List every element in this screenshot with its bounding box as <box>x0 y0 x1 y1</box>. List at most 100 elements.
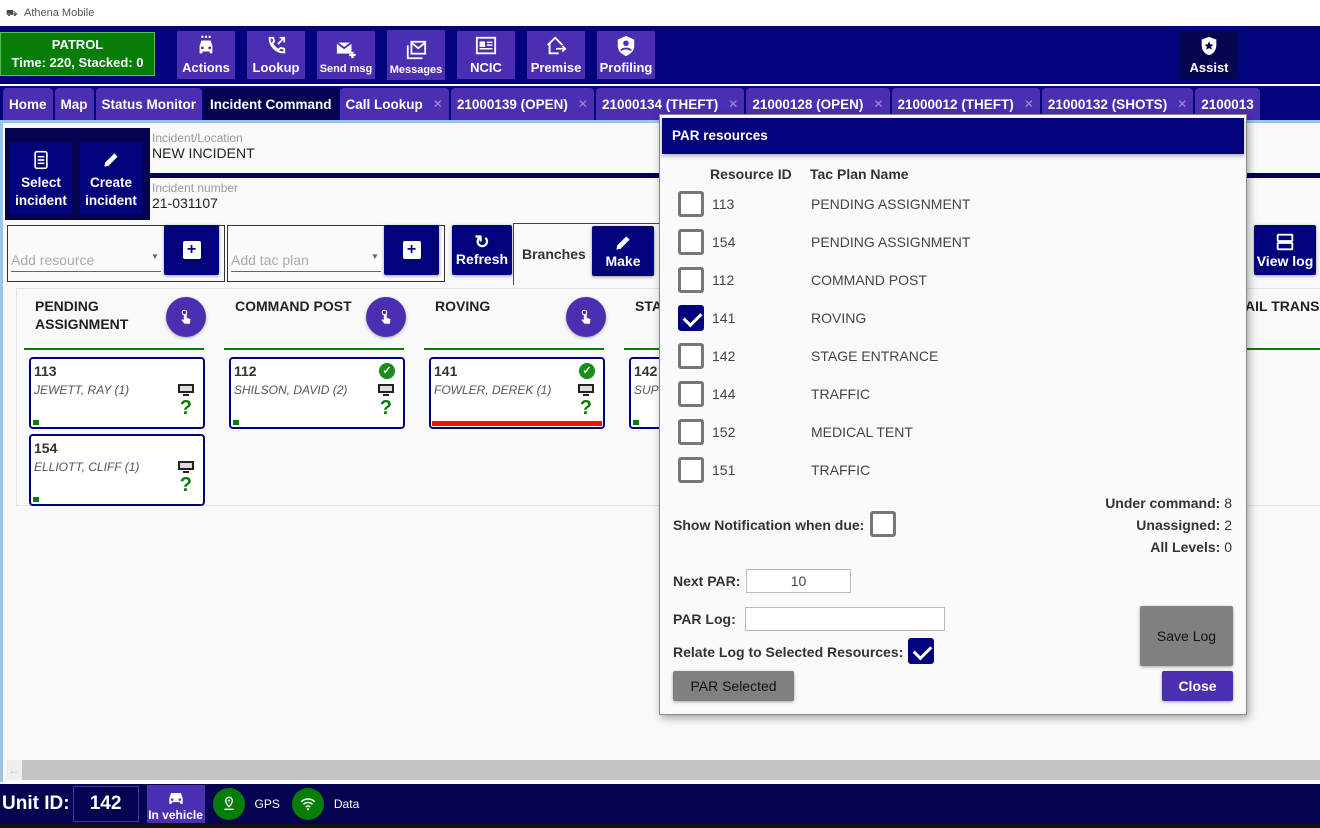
resource-card[interactable]: 113 JEWETT, RAY (1) ? <box>29 357 205 429</box>
unit-status-button[interactable]: PATROL Time: 220, Stacked: 0 <box>0 32 155 76</box>
par-row: 144 TRAFFIC <box>678 380 1178 408</box>
scroll-left-icon[interactable]: ← <box>6 760 22 780</box>
close-tab-icon[interactable]: ✕ <box>873 97 883 111</box>
assist-button[interactable]: Assist <box>1180 31 1238 79</box>
close-tab-icon[interactable]: ✕ <box>1024 97 1034 111</box>
dialog-title: PAR resources <box>662 118 1244 154</box>
par-row-checkbox[interactable] <box>678 457 704 483</box>
col-header-tac-plan: Tac Plan Name <box>810 166 909 182</box>
mail-plus-icon <box>336 41 356 59</box>
save-log-button[interactable]: Save Log <box>1140 606 1233 666</box>
resource-card[interactable]: 112 SHILSON, DAVID (2) ✓ ? <box>229 357 405 429</box>
plus-icon: + <box>182 241 201 259</box>
par-row-checkbox[interactable] <box>678 267 704 293</box>
actions-button[interactable]: Actions <box>177 31 235 79</box>
profiling-button[interactable]: Profiling <box>597 31 655 79</box>
par-row-checkbox[interactable] <box>678 343 704 369</box>
par-unknown-icon: ? <box>379 397 392 419</box>
close-tab-icon[interactable]: ✕ <box>1177 97 1187 111</box>
par-row: 152 MEDICAL TENT <box>678 418 1178 446</box>
pencil-icon <box>104 153 118 167</box>
par-row-checkbox[interactable] <box>678 305 704 331</box>
next-par-label: Next PAR: <box>673 573 741 589</box>
all-levels-count: All Levels: 0 <box>1150 539 1232 555</box>
select-incident-button[interactable]: Select incident <box>10 142 72 214</box>
relate-log-label: Relate Log to Selected Resources: <box>673 644 904 660</box>
ncic-button[interactable]: NCIC <box>457 31 515 79</box>
horizontal-scrollbar[interactable]: ← <box>6 760 1320 780</box>
next-par-input[interactable]: 10 <box>746 569 851 593</box>
tab-map[interactable]: Map <box>54 88 94 120</box>
send-msg-button[interactable]: Send msg <box>317 31 375 79</box>
close-tab-icon[interactable]: ✕ <box>728 97 738 111</box>
resource-card[interactable]: 154 ELLIOTT, CLIFF (1) ? <box>29 434 205 506</box>
add-tac-plan-button[interactable]: + <box>384 225 439 275</box>
par-row: 142 STAGE ENTRANCE <box>678 342 1178 370</box>
column-divider <box>1245 348 1320 350</box>
col-header-resource-id: Resource ID <box>710 166 792 182</box>
refresh-button[interactable]: ↻ Refresh <box>452 225 512 275</box>
status-indicator <box>233 420 239 425</box>
make-branch-button[interactable]: Make <box>592 226 654 276</box>
branches-group: Branches Make <box>513 223 673 285</box>
unit-status-detail: Time: 220, Stacked: 0 <box>11 55 144 70</box>
par-row-checkbox[interactable] <box>678 419 704 445</box>
tab-status-monitor[interactable]: Status Monitor <box>95 88 203 120</box>
par-row: 141 ROVING <box>678 304 1178 332</box>
close-tab-icon[interactable]: ✕ <box>433 97 443 111</box>
par-selected-button[interactable]: PAR Selected <box>673 671 794 701</box>
log-rows-icon <box>1276 233 1294 251</box>
par-log-input[interactable] <box>745 607 945 631</box>
police-badge-icon <box>1201 36 1217 56</box>
view-log-button[interactable]: View log <box>1254 225 1316 275</box>
unit-id-field[interactable]: 142 <box>72 786 139 822</box>
select-column-hand-icon[interactable] <box>366 297 406 337</box>
messages-icon <box>406 40 427 60</box>
monitor-icon <box>578 384 594 396</box>
tab-incident-command[interactable]: Incident Command <box>204 88 338 120</box>
car-actions-icon <box>199 35 213 54</box>
status-indicator <box>33 420 39 425</box>
check-circle-icon: ✓ <box>579 363 595 379</box>
par-row: 113 PENDING ASSIGNMENT <box>678 190 1178 218</box>
column-divider <box>424 348 604 350</box>
refresh-icon: ↻ <box>474 232 490 252</box>
wifi-data-icon <box>291 788 324 820</box>
tab-call-lookup[interactable]: Call Lookup ✕ <box>339 88 449 120</box>
window-title: Athena Mobile <box>24 7 95 19</box>
relate-log-checkbox[interactable] <box>908 638 934 664</box>
in-vehicle-button[interactable]: In vehicle <box>146 785 205 823</box>
tab-home[interactable]: Home <box>3 88 53 120</box>
select-column-hand-icon[interactable] <box>166 297 206 337</box>
par-unknown-icon: ? <box>179 474 192 496</box>
par-log-label: PAR Log: <box>673 611 736 627</box>
monitor-icon <box>378 384 394 396</box>
plus-icon: + <box>402 241 421 259</box>
create-incident-button[interactable]: Create incident <box>80 142 142 214</box>
add-resource-button[interactable]: + <box>164 225 219 275</box>
show-notification-label: Show Notification when due: <box>673 517 865 533</box>
taskbar-edge <box>0 824 1320 828</box>
id-card-icon <box>475 36 497 55</box>
par-row-checkbox[interactable] <box>678 191 704 217</box>
close-button[interactable]: Close <box>1162 671 1233 701</box>
messages-button[interactable]: Messages <box>387 30 445 80</box>
column-divider <box>24 348 204 350</box>
par-row-checkbox[interactable] <box>678 381 704 407</box>
par-row-checkbox[interactable] <box>678 229 704 255</box>
tab-incident-21000139[interactable]: 21000139 (OPEN) ✕ <box>450 88 594 120</box>
par-resources-dialog: PAR resources Resource ID Tac Plan Name … <box>659 114 1247 715</box>
select-column-hand-icon[interactable] <box>566 297 606 337</box>
data-label: Data <box>333 797 360 811</box>
lookup-button[interactable]: Lookup <box>247 31 305 79</box>
shield-user-icon <box>617 35 635 57</box>
show-notification-checkbox[interactable] <box>870 511 896 537</box>
premise-button[interactable]: Premise <box>527 31 585 79</box>
status-indicator <box>633 420 639 425</box>
app-icon: ⛟ <box>6 8 18 18</box>
phone-outgoing-icon <box>268 36 286 54</box>
dropdown-caret-icon: ▼ <box>151 252 159 261</box>
resource-card[interactable]: 141 FOWLER, DEREK (1) ✓ ? <box>429 357 605 429</box>
close-tab-icon[interactable]: ✕ <box>578 97 588 111</box>
par-unknown-icon: ? <box>179 397 192 419</box>
